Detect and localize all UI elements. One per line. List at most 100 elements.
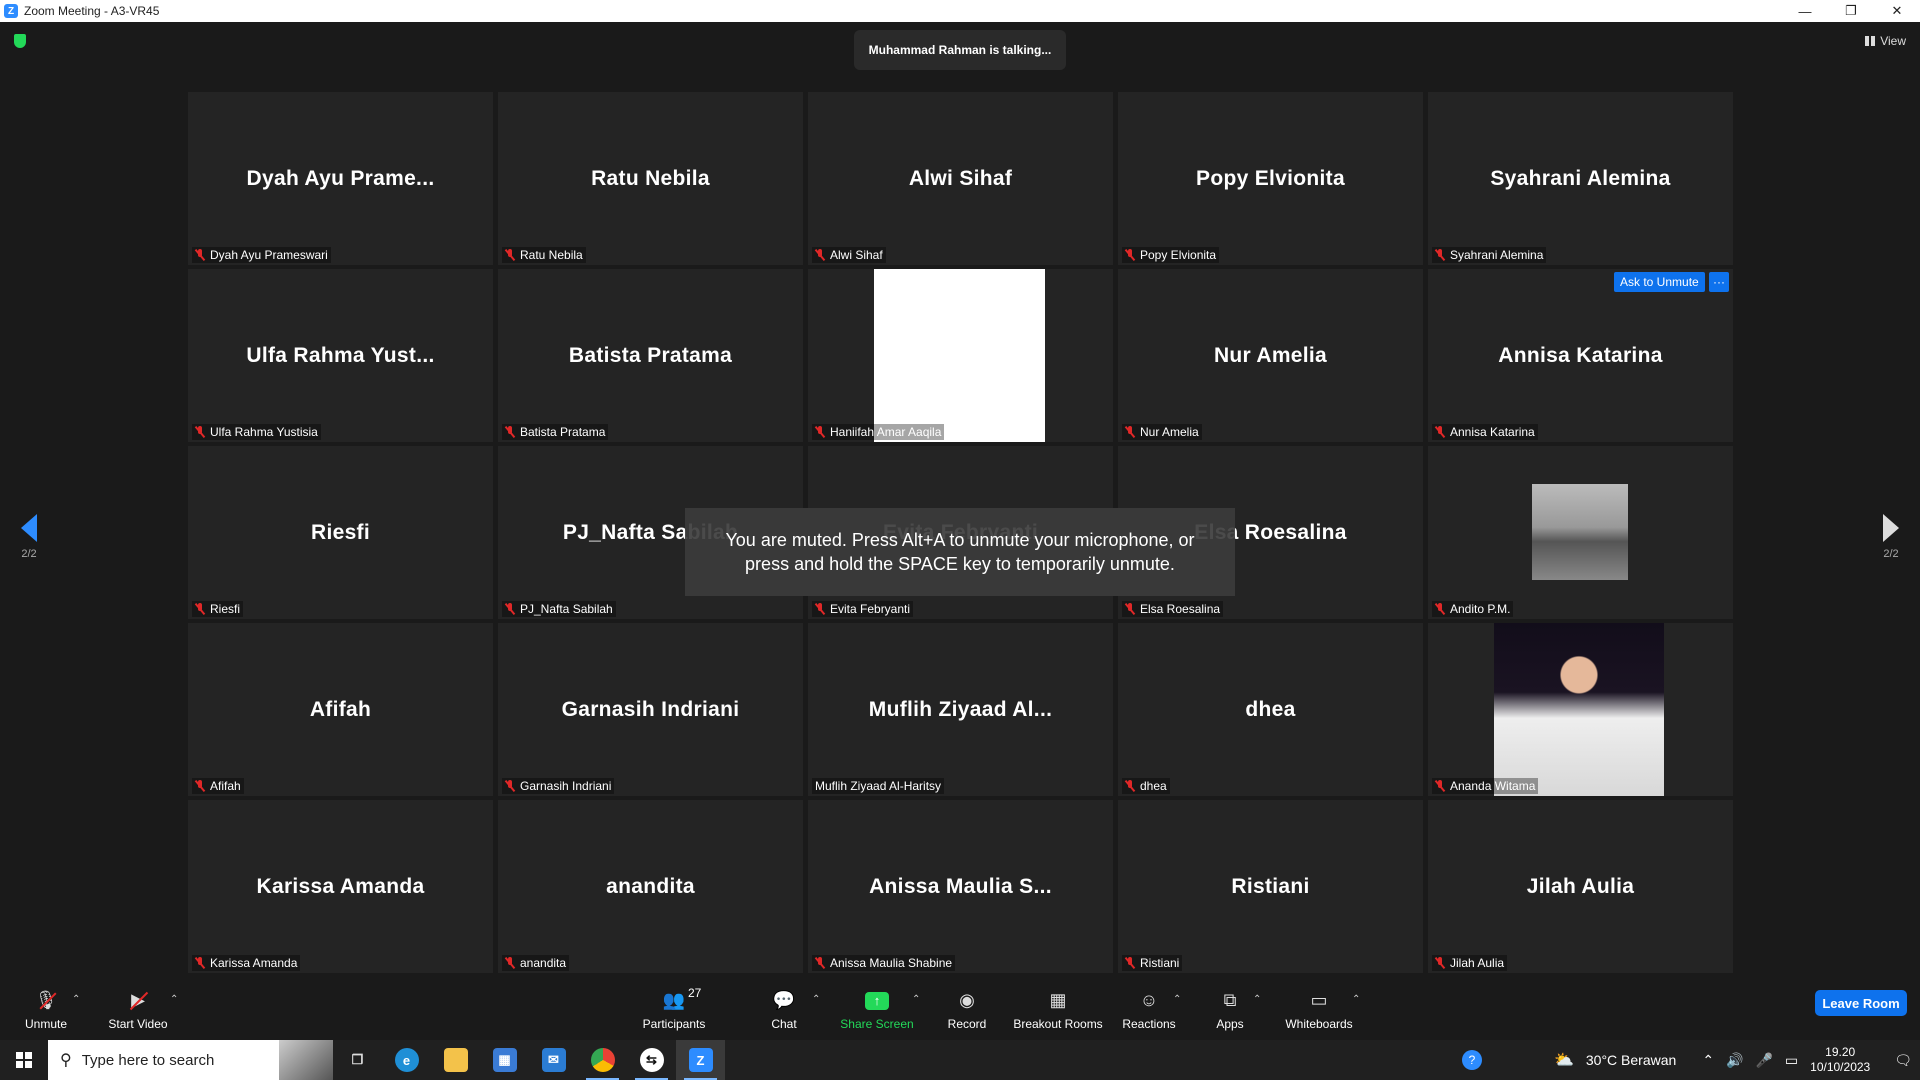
- apps-button[interactable]: ⧉ Apps: [1210, 980, 1250, 1040]
- leave-room-button[interactable]: Leave Room: [1815, 990, 1907, 1016]
- participant-name: Afifah: [210, 779, 241, 793]
- start-button[interactable]: [0, 1040, 48, 1080]
- video-options-caret-icon[interactable]: ⌃: [170, 994, 178, 1005]
- file-explorer-app[interactable]: [431, 1040, 480, 1080]
- mic-muted-icon: [1435, 426, 1445, 438]
- store-icon: ▦: [492, 1048, 517, 1072]
- participant-name: PJ_Nafta Sabilah: [520, 602, 613, 616]
- participant-tile[interactable]: Nur Amelia Nur Amelia: [1118, 269, 1423, 442]
- weather-text[interactable]: 30°C Berawan: [1586, 1052, 1676, 1068]
- right-arrow-icon[interactable]: [1883, 514, 1899, 542]
- view-button[interactable]: View: [1865, 34, 1906, 48]
- notifications-icon[interactable]: 🗨: [1894, 1052, 1912, 1069]
- microphone-icon[interactable]: 🎤: [1755, 1052, 1772, 1069]
- start-video-button[interactable]: ▶ Start Video: [102, 980, 174, 1040]
- clock[interactable]: 19.20 10/10/2023: [1810, 1045, 1870, 1075]
- participant-tile[interactable]: Ananda Witama: [1428, 623, 1733, 796]
- close-button[interactable]: ✕: [1874, 0, 1920, 22]
- unmute-button[interactable]: 🎙 Unmute: [18, 980, 74, 1040]
- security-shield-icon[interactable]: [14, 34, 26, 48]
- participant-tile[interactable]: Garnasih Indriani Garnasih Indriani: [498, 623, 803, 796]
- participant-tile[interactable]: Batista Pratama Batista Pratama: [498, 269, 803, 442]
- restore-button[interactable]: ❐: [1828, 0, 1874, 22]
- weather-icon[interactable]: ⛅: [1554, 1050, 1574, 1070]
- zoom-app[interactable]: Z: [676, 1040, 725, 1080]
- clock-date: 10/10/2023: [1810, 1060, 1871, 1074]
- participant-tile[interactable]: Muflih Ziyaad Al... Muflih Ziyaad Al-Hari…: [808, 623, 1113, 796]
- media-app[interactable]: ⇆: [627, 1040, 676, 1080]
- record-icon: ◉: [959, 990, 975, 1010]
- mail-app[interactable]: ✉: [529, 1040, 578, 1080]
- participant-tile[interactable]: Dyah Ayu Prame... Dyah Ayu Prameswari: [188, 92, 493, 265]
- reactions-button[interactable]: ☺ Reactions: [1120, 980, 1178, 1040]
- participant-tile[interactable]: Popy Elvionita Popy Elvionita: [1118, 92, 1423, 265]
- participant-tile[interactable]: Ratu Nebila Ratu Nebila: [498, 92, 803, 265]
- apps-options-caret-icon[interactable]: ⌃: [1253, 994, 1261, 1005]
- mic-muted-icon: [1435, 603, 1445, 615]
- help-icon[interactable]: ?: [1461, 1050, 1482, 1070]
- participant-tile[interactable]: Andito P.M.: [1428, 446, 1733, 619]
- participant-tile[interactable]: Afifah Afifah: [188, 623, 493, 796]
- reactions-options-caret-icon[interactable]: ⌃: [1173, 994, 1181, 1005]
- chat-button[interactable]: 💬 Chat: [762, 980, 806, 1040]
- whiteboards-options-caret-icon[interactable]: ⌃: [1352, 994, 1360, 1005]
- participant-name-label: Riesfi: [192, 601, 244, 617]
- taskbar-search[interactable]: ⚲ Type here to search: [48, 1040, 333, 1080]
- next-page[interactable]: 2/2: [1876, 514, 1906, 560]
- participant-name-label: Dyah Ayu Prameswari: [192, 247, 331, 263]
- participant-display-name: Nur Amelia: [1213, 343, 1328, 367]
- left-arrow-icon[interactable]: [21, 514, 37, 542]
- mic-muted-icon: [505, 603, 515, 615]
- zoom-logo-icon: Z: [4, 4, 18, 18]
- participant-tile[interactable]: Ulfa Rahma Yust... Ulfa Rahma Yustisia: [188, 269, 493, 442]
- participant-display-name: dhea: [1245, 697, 1296, 721]
- breakout-rooms-button[interactable]: ▦ Breakout Rooms: [1012, 980, 1104, 1040]
- participant-tile[interactable]: Alwi Sihaf Alwi Sihaf: [808, 92, 1113, 265]
- share-screen-button[interactable]: ↑ Share Screen: [838, 980, 916, 1040]
- participant-tile[interactable]: Anissa Maulia S... Anissa Maulia Shabine: [808, 800, 1113, 973]
- participant-display-name: Batista Pratama: [568, 343, 733, 367]
- task-view-button[interactable]: ❒: [333, 1040, 382, 1080]
- audio-options-caret-icon[interactable]: ⌃: [72, 994, 80, 1005]
- chrome-app[interactable]: [578, 1040, 627, 1080]
- chat-options-caret-icon[interactable]: ⌃: [812, 994, 820, 1005]
- record-button[interactable]: ◉ Record: [942, 980, 992, 1040]
- volume-icon[interactable]: 🔊: [1726, 1052, 1743, 1069]
- participant-tile[interactable]: anandita anandita: [498, 800, 803, 973]
- title-bar: Z Zoom Meeting - A3-VR45 — ❐ ✕: [0, 0, 1920, 22]
- whiteboards-button[interactable]: ▭ Whiteboards: [1282, 980, 1356, 1040]
- participant-display-name: Dyah Ayu Prame...: [246, 166, 435, 190]
- participant-tile[interactable]: Riesfi Riesfi: [188, 446, 493, 619]
- participant-name: Syahrani Alemina: [1450, 248, 1544, 262]
- mic-muted-icon: [815, 249, 825, 261]
- participant-tile[interactable]: Karissa Amanda Karissa Amanda: [188, 800, 493, 973]
- page-indicator-left: 2/2: [21, 548, 37, 560]
- share-options-caret-icon[interactable]: ⌃: [912, 994, 920, 1005]
- participant-name-label: Evita Febryanti: [812, 601, 914, 617]
- participant-tile[interactable]: Jilah Aulia Jilah Aulia: [1428, 800, 1733, 973]
- participant-name-label: Anissa Maulia Shabine: [812, 955, 956, 971]
- edge-app[interactable]: e: [382, 1040, 431, 1080]
- store-app[interactable]: ▦: [480, 1040, 529, 1080]
- folder-icon: [443, 1048, 468, 1072]
- participant-name: Ristiani: [1140, 956, 1180, 970]
- minimize-button[interactable]: —: [1782, 0, 1828, 22]
- participant-tile[interactable]: Syahrani Alemina Syahrani Alemina: [1428, 92, 1733, 265]
- participants-label: Participants: [642, 1016, 706, 1031]
- network-icon[interactable]: ▭: [1785, 1052, 1798, 1069]
- participant-tile[interactable]: Ristiani Ristiani: [1118, 800, 1423, 973]
- participants-button[interactable]: 👥 27 Participants: [636, 980, 712, 1040]
- tray-overflow-icon[interactable]: ⌃: [1702, 1052, 1714, 1069]
- participant-tile[interactable]: Annisa Katarina Annisa Katarina: [1428, 269, 1733, 442]
- participant-tile[interactable]: dhea dhea: [1118, 623, 1423, 796]
- participant-name: Evita Febryanti: [830, 602, 911, 616]
- participant-name: Jilah Aulia: [1450, 956, 1505, 970]
- mic-muted-icon: [815, 957, 825, 969]
- whiteboard-icon: ▭: [1310, 990, 1328, 1010]
- participant-tile[interactable]: Haniifah Amar Aaqila: [808, 269, 1113, 442]
- mic-muted-icon: [195, 780, 205, 792]
- more-options-button[interactable]: ···: [1709, 272, 1729, 292]
- participant-name: Nur Amelia: [1140, 425, 1199, 439]
- ask-to-unmute-button[interactable]: Ask to Unmute: [1614, 272, 1705, 292]
- prev-page[interactable]: 2/2: [14, 514, 44, 560]
